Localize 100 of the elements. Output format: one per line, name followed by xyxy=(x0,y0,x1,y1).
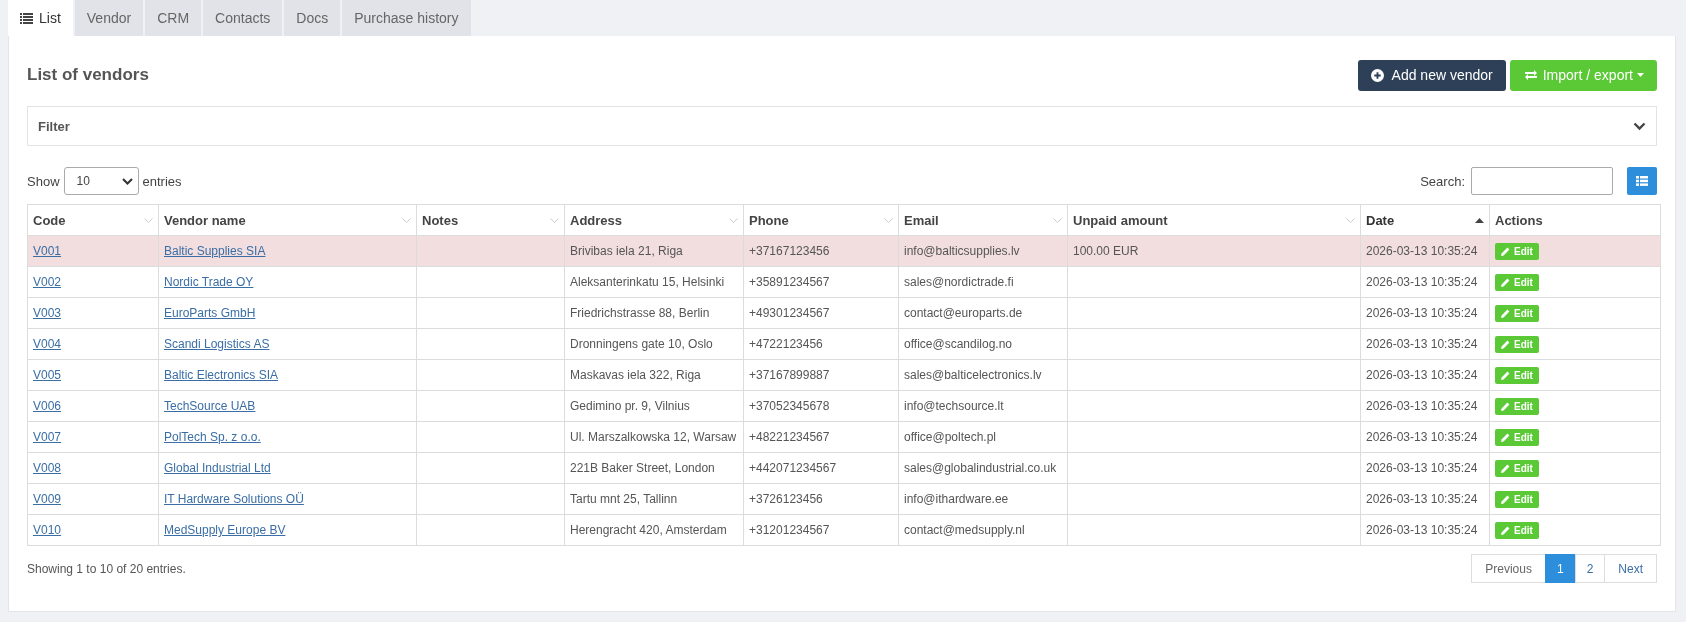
pencil-icon xyxy=(1501,246,1510,256)
pencil-icon xyxy=(1501,463,1510,473)
show-label: Show xyxy=(27,173,60,189)
table-cell: 2026-03-13 10:35:24 xyxy=(1366,275,1478,289)
sort-icon xyxy=(144,217,153,223)
sort-icon xyxy=(884,217,893,223)
vendor-code-link[interactable]: V002 xyxy=(33,275,62,289)
vendor-code-link[interactable]: V004 xyxy=(33,337,62,351)
table-cell: Gedimino pr. 9, Vilnius xyxy=(570,399,690,413)
table-cell: +37167123456 xyxy=(749,244,830,258)
tab[interactable]: Vendor xyxy=(74,0,146,36)
tab[interactable]: Purchase history xyxy=(342,0,473,36)
table-cell: +37052345678 xyxy=(749,399,830,413)
column-header[interactable]: Actions xyxy=(1489,204,1661,236)
table-cell: Dronningens gate 10, Oslo xyxy=(570,337,713,351)
vendor-name-link[interactable]: Scandi Logistics AS xyxy=(164,337,270,351)
vendor-name-link[interactable]: Baltic Electronics SIA xyxy=(164,368,279,382)
table-cell: sales@nordictrade.fi xyxy=(904,275,1014,289)
table-cell: +4722123456 xyxy=(749,337,823,351)
column-header[interactable]: Date xyxy=(1360,204,1490,236)
table-cell: 2026-03-13 10:35:24 xyxy=(1366,492,1478,506)
entries-select[interactable]: 10 xyxy=(63,167,139,195)
table-cell: 2026-03-13 10:35:24 xyxy=(1366,368,1478,382)
table-icon xyxy=(1636,176,1648,186)
pencil-icon xyxy=(1501,494,1510,504)
table-cell: Friedrichstrasse 88, Berlin xyxy=(570,306,710,320)
vendor-code-link[interactable]: V007 xyxy=(33,430,62,444)
vendor-name-link[interactable]: EuroParts GmbH xyxy=(164,306,256,320)
tab[interactable]: List xyxy=(8,0,75,36)
table-cell: 2026-03-13 10:35:24 xyxy=(1366,461,1478,475)
column-header[interactable]: Email xyxy=(898,204,1068,236)
vendor-code-link[interactable]: V005 xyxy=(33,368,62,382)
tab[interactable]: CRM xyxy=(145,0,204,36)
search-label: Search: xyxy=(1420,173,1465,189)
table-cell: info@techsource.lt xyxy=(904,399,1004,413)
refresh-icon xyxy=(1522,69,1539,81)
column-header[interactable]: Phone xyxy=(743,204,899,236)
table-cell: Aleksanterinkatu 15, Helsinki xyxy=(570,275,725,289)
search-field[interactable] xyxy=(1471,167,1613,195)
table-cell: 2026-03-13 10:35:24 xyxy=(1366,337,1478,351)
caret-icon xyxy=(1637,73,1644,77)
table-cell: Tartu mnt 25, Tallinn xyxy=(570,492,678,506)
table-cell: 2026-03-13 10:35:24 xyxy=(1366,399,1478,413)
table-cell: sales@globalindustrial.co.uk xyxy=(904,461,1057,475)
vendor-name-link[interactable]: Global Industrial Ltd xyxy=(164,461,271,475)
vendor-name-link[interactable]: Baltic Supplies SIA xyxy=(164,244,266,258)
table-cell: sales@balticelectronics.lv xyxy=(904,368,1042,382)
vendor-code-link[interactable]: V006 xyxy=(33,399,62,413)
sort-icon xyxy=(1346,217,1355,223)
table-cell: +48221234567 xyxy=(749,430,830,444)
vendor-name-link[interactable]: PolTech Sp. z o.o. xyxy=(164,430,261,444)
table-cell: info@ithardware.ee xyxy=(904,492,1009,506)
table-cell: +49301234567 xyxy=(749,306,830,320)
vendor-code-link[interactable]: V010 xyxy=(33,523,62,537)
column-header[interactable]: Notes xyxy=(416,204,565,236)
vendor-code-link[interactable]: V001 xyxy=(33,244,62,258)
next-button[interactable]: Next xyxy=(1604,554,1657,583)
column-header[interactable]: Vendor name xyxy=(158,204,417,236)
entries-label: entries xyxy=(142,173,182,189)
vendor-code-link[interactable]: V008 xyxy=(33,461,62,475)
vendor-name-link[interactable]: Nordic Trade OY xyxy=(164,275,254,289)
page-button[interactable]: 1 xyxy=(1544,554,1576,583)
vendor-name-link[interactable]: TechSource UAB xyxy=(164,399,256,413)
table-cell: +37167899887 xyxy=(749,368,830,382)
filter-label: Filter xyxy=(38,118,70,134)
table-cell: 2026-03-13 10:35:24 xyxy=(1366,306,1478,320)
column-header[interactable]: Address xyxy=(564,204,744,236)
table-cell: office@poltech.pl xyxy=(904,430,996,444)
table-cell: +35891234567 xyxy=(749,275,830,289)
tab[interactable]: Contacts xyxy=(203,0,285,36)
filter-panel[interactable]: Filter xyxy=(27,106,1657,146)
vendor-code-link[interactable]: V003 xyxy=(33,306,62,320)
table-cell: office@scandilog.no xyxy=(904,337,1013,351)
table-cell: +3726123456 xyxy=(749,492,823,506)
sort-icon xyxy=(729,217,738,223)
tab[interactable]: Docs xyxy=(284,0,343,36)
sort-icon xyxy=(1053,217,1062,223)
entries-info: Showing 1 to 10 of 20 entries. xyxy=(27,561,186,576)
table-cell: 2026-03-13 10:35:24 xyxy=(1366,430,1478,444)
table-cell: +442071234567 xyxy=(749,461,837,475)
column-header[interactable]: Unpaid amount xyxy=(1067,204,1361,236)
table-cell: contact@europarts.de xyxy=(904,306,1023,320)
columns-button[interactable] xyxy=(1627,167,1657,195)
table-cell: 221B Baker Street, London xyxy=(570,461,715,475)
pencil-icon xyxy=(1501,432,1510,442)
column-header[interactable]: Code xyxy=(27,204,159,236)
pencil-icon xyxy=(1501,370,1510,380)
table-cell: contact@medsupply.nl xyxy=(904,523,1025,537)
pencil-icon xyxy=(1501,401,1510,411)
table-cell: info@balticsupplies.lv xyxy=(904,244,1020,258)
pencil-icon xyxy=(1501,339,1510,349)
plus-circle-icon xyxy=(1370,68,1384,82)
sort-up-icon xyxy=(1475,217,1484,223)
table-cell: +31201234567 xyxy=(749,523,830,537)
vendor-code-link[interactable]: V009 xyxy=(33,492,62,506)
page-title: List of vendors xyxy=(27,65,149,85)
table-cell: Herengracht 420, Amsterdam xyxy=(570,523,727,537)
add-vendor-button[interactable]: Add new vendor xyxy=(1357,59,1506,91)
table-cell: 100.00 EUR xyxy=(1073,244,1139,258)
table-cell: 2026-03-13 10:35:24 xyxy=(1366,244,1478,258)
